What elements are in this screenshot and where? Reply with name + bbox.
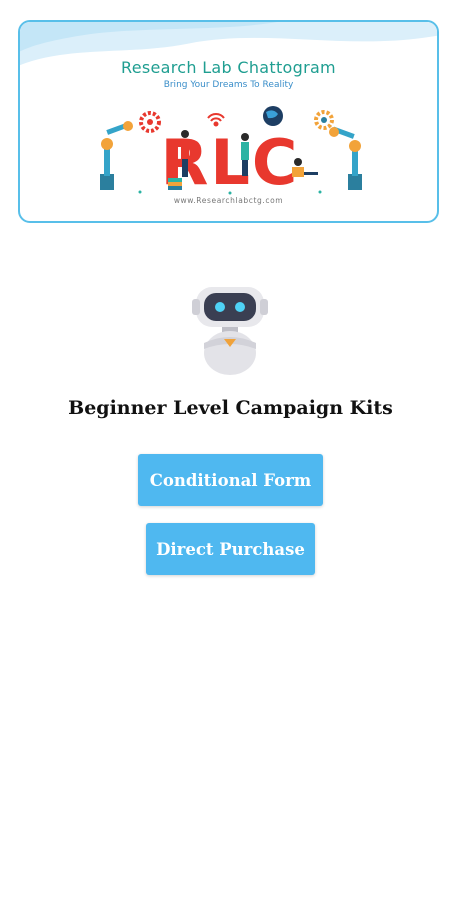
robot-icon <box>192 287 268 375</box>
rlc-logo-illustration: RLC <box>100 106 362 196</box>
page: Research Lab Chattogram Bring Your Dream… <box>0 0 461 900</box>
robot-arm-right-icon <box>329 126 362 190</box>
direct-purchase-button[interactable]: Direct Purchase <box>146 523 315 575</box>
gear-icon <box>139 111 161 133</box>
gear-icon <box>314 110 334 130</box>
conditional-form-button[interactable]: Conditional Form <box>138 454 323 506</box>
globe-icon <box>263 106 283 126</box>
banner-tagline: Bring Your Dreams To Reality <box>163 80 294 90</box>
banner-title: Research Lab Chattogram <box>121 58 336 77</box>
rlc-banner: Research Lab Chattogram Bring Your Dream… <box>18 20 439 223</box>
books-icon <box>168 178 182 190</box>
robot-arm-left-icon <box>100 121 133 190</box>
page-title: Beginner Level Campaign Kits <box>68 397 393 419</box>
banner-website-url: www.Researchlabctg.com <box>173 196 284 205</box>
person-figure-icon <box>292 158 318 177</box>
wifi-icon <box>207 113 225 127</box>
person-figure-icon <box>241 133 249 176</box>
